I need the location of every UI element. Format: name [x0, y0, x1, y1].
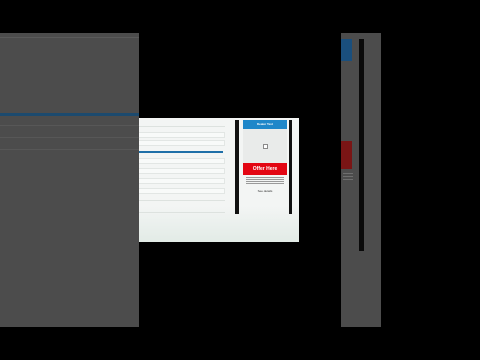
column-divider: [289, 120, 292, 214]
video-frame: Dealer Text Offer Here See details: [139, 118, 299, 242]
offer-button[interactable]: Offer Here: [243, 163, 287, 175]
column-divider: [235, 120, 239, 214]
right-header-tab: [341, 39, 352, 61]
form-rule: [139, 200, 225, 201]
left-dimmed-page: [0, 33, 139, 327]
form-field[interactable]: [139, 168, 225, 174]
page-rule: [0, 149, 139, 150]
scrollbar-rail[interactable]: [359, 39, 364, 251]
ad-image[interactable]: [243, 129, 287, 163]
page-rule: [0, 37, 139, 38]
form-field[interactable]: [139, 132, 225, 138]
form-rule: [139, 212, 225, 213]
broken-image-icon: [262, 143, 268, 149]
ad-header: Dealer Text: [243, 120, 287, 129]
form-rule: [139, 126, 225, 127]
right-fine-print: [343, 173, 353, 181]
form-field[interactable]: [139, 140, 225, 146]
form-field[interactable]: [139, 158, 225, 164]
form-field[interactable]: [139, 188, 225, 194]
ad-fine-print: [243, 177, 287, 184]
page-rule: [0, 137, 139, 138]
ad-widget: Dealer Text Offer Here See details: [243, 120, 287, 212]
form-section-bar: [139, 151, 223, 153]
right-cta-block: [341, 141, 352, 169]
form-field[interactable]: [139, 178, 225, 184]
left-nav-bar: [0, 113, 139, 116]
form-area: [139, 118, 225, 242]
page-rule: [0, 125, 139, 126]
ad-footer-link[interactable]: See details: [243, 189, 287, 193]
right-dimmed-page: [341, 33, 381, 327]
